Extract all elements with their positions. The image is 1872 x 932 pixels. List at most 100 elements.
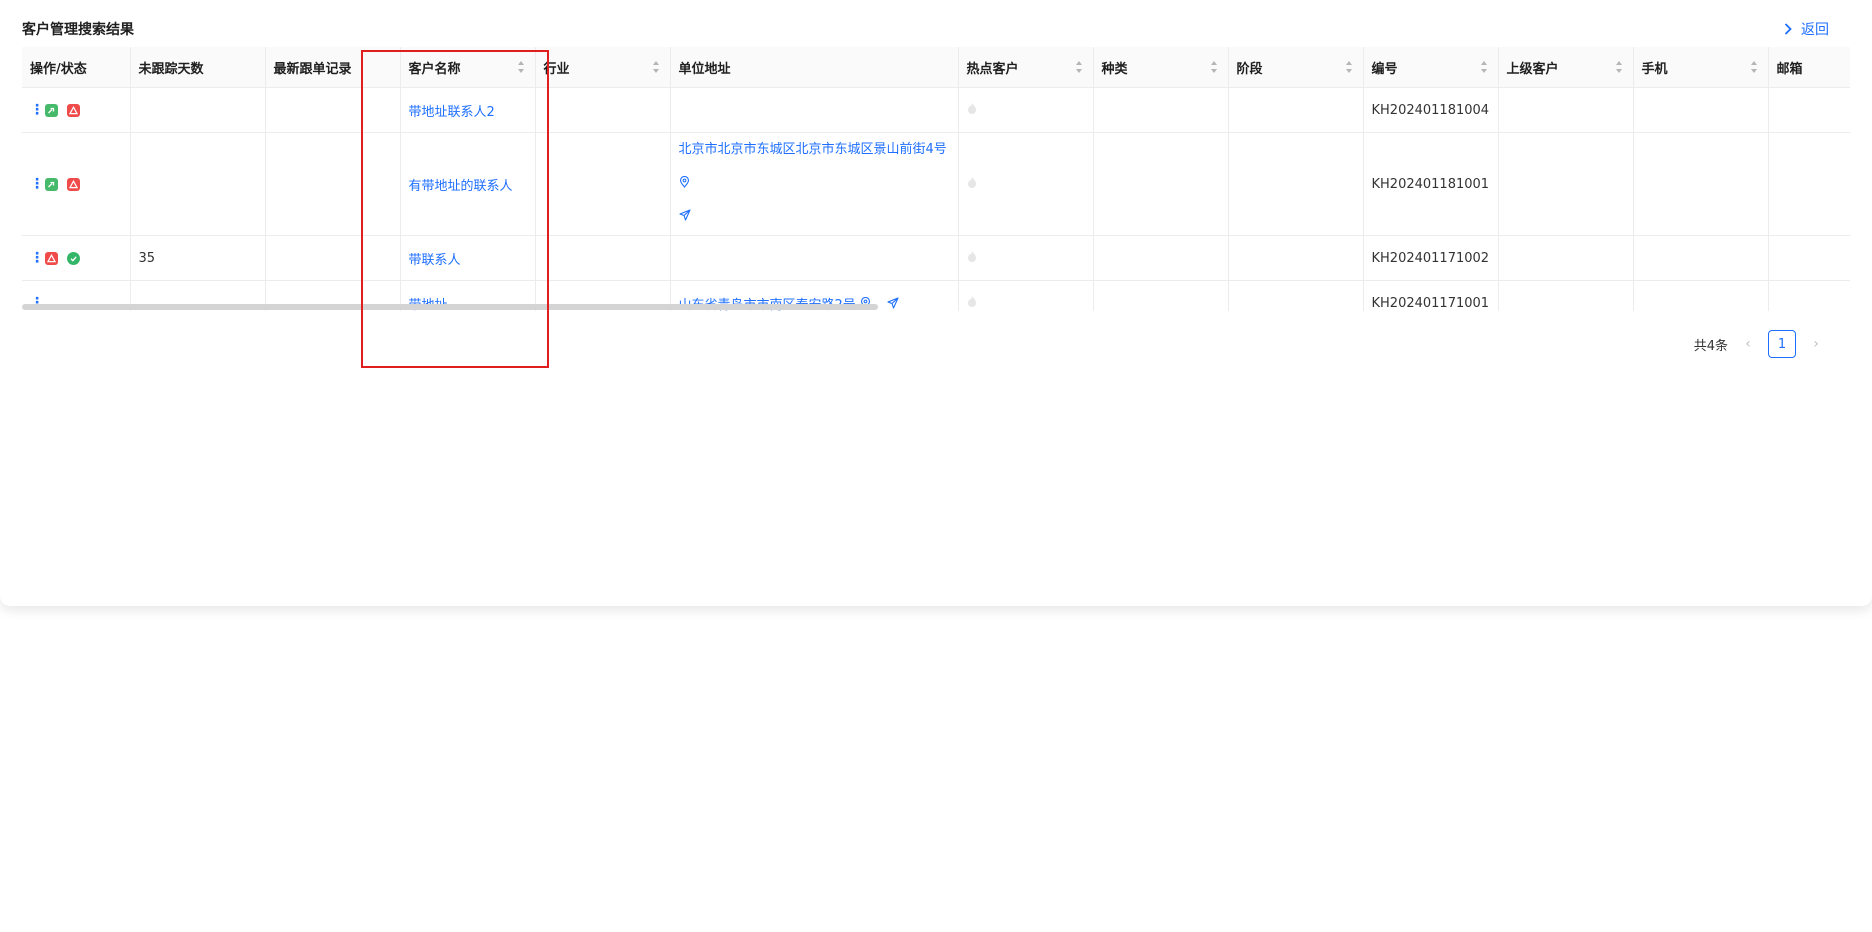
phone-cell	[1633, 235, 1769, 281]
kind-cell	[1093, 235, 1229, 281]
column-header-kind[interactable]: 种类	[1093, 47, 1229, 88]
address-cell	[670, 235, 959, 281]
hot-customer-cell[interactable]	[958, 235, 1094, 281]
stage-cell	[1228, 235, 1364, 281]
address-link[interactable]: 北京市北京市东城区北京市东城区景山前街4号	[679, 142, 947, 157]
industry-cell	[535, 132, 671, 236]
flame-icon[interactable]	[967, 250, 977, 262]
page-button-current[interactable]: 1	[1768, 330, 1796, 358]
phone-cell	[1633, 132, 1769, 236]
untracked-days-cell: 35	[130, 235, 266, 281]
sort-icon[interactable]	[1750, 60, 1758, 74]
address-cell[interactable]: 北京市北京市东城区北京市东城区景山前街4号	[670, 132, 959, 236]
column-header-stage[interactable]: 阶段	[1228, 47, 1364, 88]
sort-icon[interactable]	[1075, 60, 1083, 74]
page-title: 客户管理搜索结果	[22, 22, 134, 38]
column-header-phone[interactable]: 手机	[1633, 47, 1769, 88]
sort-icon[interactable]	[1345, 60, 1353, 74]
email-cell	[1768, 87, 1850, 133]
hot-customer-cell[interactable]	[958, 280, 1094, 311]
parent-customer-cell	[1498, 280, 1634, 311]
sort-icon[interactable]	[1615, 60, 1623, 74]
untracked-days-cell	[130, 87, 266, 133]
back-label: 返回	[1801, 22, 1829, 38]
row-ops-cell: ⋮	[22, 235, 131, 281]
row-ops-cell: ⋮	[22, 132, 131, 236]
latest-record-cell	[265, 235, 401, 281]
search-results-panel: 客户管理搜索结果 返回 操作/状态 未跟踪天数 最新跟单记录 客户名称 行业 单…	[0, 0, 1872, 606]
code-cell: KH202401181004	[1363, 87, 1499, 133]
total-count: 共4条	[1693, 338, 1728, 354]
table-row: ⋮ 有带地址的联系人 北京市北京市东城区北京市东城区景山前街4号 KH20240…	[22, 132, 1850, 236]
customer-name-link[interactable]: 有带地址的联系人	[400, 132, 536, 236]
stage-cell	[1228, 132, 1364, 236]
flame-icon[interactable]	[967, 102, 977, 114]
flame-icon[interactable]	[967, 295, 977, 307]
sort-icon[interactable]	[1210, 60, 1218, 74]
phone-cell	[1633, 280, 1769, 311]
chevron-right-icon	[1784, 23, 1792, 35]
latest-record-cell	[265, 87, 401, 133]
results-table: 操作/状态 未跟踪天数 最新跟单记录 客户名称 行业 单位地址 热点客户 种类 …	[22, 47, 1850, 311]
kind-cell	[1093, 87, 1229, 133]
address-cell	[670, 87, 959, 133]
warning-status-icon[interactable]	[45, 251, 58, 265]
parent-customer-cell	[1498, 87, 1634, 133]
more-vertical-icon[interactable]: ⋮	[30, 176, 44, 192]
column-header-latest-record: 最新跟单记录	[265, 47, 401, 88]
sort-icon[interactable]	[517, 60, 525, 74]
flame-icon[interactable]	[967, 176, 977, 188]
chevron-left-icon[interactable]: ‹	[1740, 336, 1756, 352]
customer-name-link[interactable]: 带地址联系人2	[400, 87, 536, 133]
email-cell	[1768, 280, 1850, 311]
send-icon[interactable]	[678, 209, 691, 221]
column-header-code[interactable]: 编号	[1363, 47, 1499, 88]
check-status-icon[interactable]	[67, 251, 80, 265]
column-header-email: 邮箱	[1768, 47, 1850, 88]
column-header-parent-customer[interactable]: 上级客户	[1498, 47, 1634, 88]
hot-customer-cell[interactable]	[958, 132, 1094, 236]
email-cell	[1768, 132, 1850, 236]
hot-customer-cell[interactable]	[958, 87, 1094, 133]
column-header-ops: 操作/状态	[22, 47, 131, 88]
parent-customer-cell	[1498, 132, 1634, 236]
more-vertical-icon[interactable]: ⋮	[30, 250, 44, 266]
table-header-row: 操作/状态 未跟踪天数 最新跟单记录 客户名称 行业 单位地址 热点客户 种类 …	[22, 47, 1850, 88]
stage-cell	[1228, 280, 1364, 311]
column-header-customer-name[interactable]: 客户名称	[400, 47, 536, 88]
untracked-days-cell	[130, 132, 266, 236]
send-icon[interactable]	[887, 297, 899, 309]
industry-cell	[535, 235, 671, 281]
chevron-right-icon[interactable]: ›	[1808, 336, 1824, 352]
kind-cell	[1093, 132, 1229, 236]
phone-cell	[1633, 87, 1769, 133]
column-header-address: 单位地址	[670, 47, 959, 88]
customer-name-link[interactable]: 带联系人	[400, 235, 536, 281]
industry-cell	[535, 87, 671, 133]
table-row: ⋮ 35 带联系人 KH202401171002	[22, 235, 1850, 281]
more-vertical-icon[interactable]: ⋮	[30, 102, 44, 118]
table-row: ⋮ 带地址联系人2 KH202401181004	[22, 87, 1850, 133]
code-cell: KH202401171002	[1363, 235, 1499, 281]
back-button[interactable]: 返回	[1781, 19, 1829, 39]
share-status-icon[interactable]	[45, 103, 58, 117]
warning-status-icon[interactable]	[67, 177, 80, 191]
horizontal-scrollbar[interactable]	[22, 304, 878, 310]
warning-status-icon[interactable]	[67, 103, 80, 117]
email-cell	[1768, 235, 1850, 281]
pagination: 共4条 ‹ 1 ›	[1694, 330, 1824, 358]
column-header-industry[interactable]: 行业	[535, 47, 671, 88]
stage-cell	[1228, 87, 1364, 133]
sort-icon[interactable]	[652, 60, 660, 74]
sort-icon[interactable]	[1480, 60, 1488, 74]
parent-customer-cell	[1498, 235, 1634, 281]
latest-record-cell	[265, 132, 401, 236]
location-pin-icon[interactable]	[679, 175, 690, 188]
column-header-hot-customer[interactable]: 热点客户	[958, 47, 1094, 88]
row-ops-cell: ⋮	[22, 87, 131, 133]
code-cell: KH202401171001	[1363, 280, 1499, 311]
code-cell: KH202401181001	[1363, 132, 1499, 236]
kind-cell	[1093, 280, 1229, 311]
share-status-icon[interactable]	[45, 177, 58, 191]
column-header-untracked-days: 未跟踪天数	[130, 47, 266, 88]
